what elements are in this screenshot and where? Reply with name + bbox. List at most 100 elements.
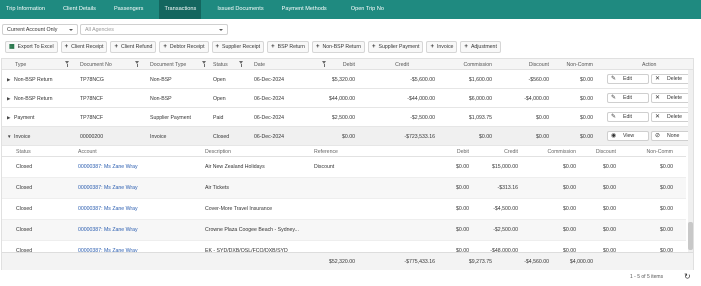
account-link[interactable]: 00000387: Ms Zane Wray xyxy=(78,185,138,191)
column-header-date[interactable]: Date xyxy=(254,62,265,68)
account-link[interactable]: 00000387: Ms Zane Wray xyxy=(78,164,138,170)
filter-icon[interactable] xyxy=(239,61,244,67)
account-link[interactable]: 00000387: Ms Zane Wray xyxy=(78,227,138,233)
filter-icon[interactable] xyxy=(202,61,207,67)
view-button[interactable]: ◉ View xyxy=(607,131,649,141)
toolbar-button-label: Supplier Receipt xyxy=(222,44,261,50)
scrollbar-thumb[interactable] xyxy=(688,222,693,250)
detail-cell-credit: -$313.16 xyxy=(497,185,518,191)
nav-tab-passengers[interactable]: Passengers xyxy=(112,0,146,19)
nav-tab-transactions[interactable]: Transactions xyxy=(159,0,202,19)
edit-button[interactable]: ✎ Edit xyxy=(607,112,649,122)
cell-debit: $2,500.00 xyxy=(331,115,355,121)
nav-tab-payment-methods[interactable]: Payment Methods xyxy=(280,0,329,19)
detail-cell-debit: $0.00 xyxy=(456,206,469,212)
expand-icon[interactable]: ▶ xyxy=(7,96,10,102)
delete-button[interactable]: ✕ Delete xyxy=(651,93,691,103)
table-row[interactable]: ▶ Non-BSP Return TP78NCF Non-BSP Open 06-Dec-… xyxy=(2,89,693,108)
cell-credit: -$5,600.00 xyxy=(410,77,435,83)
export-to-excel-button[interactable]: ▦ Export To Excel xyxy=(5,41,58,53)
column-header-debit[interactable]: Debit xyxy=(343,62,355,68)
cell-credit: -$2,500.00 xyxy=(410,115,435,121)
filter-icon[interactable] xyxy=(135,61,140,67)
collapse-icon[interactable]: ▼ xyxy=(7,134,11,139)
delete-button[interactable]: ✕ Delete xyxy=(651,112,691,122)
expand-icon[interactable]: ▶ xyxy=(7,77,10,83)
nav-tab-client-details[interactable]: Client Details xyxy=(61,0,98,19)
column-header-status[interactable]: Status xyxy=(213,62,228,68)
none-label: None xyxy=(667,133,680,139)
cell-discount: $0.00 xyxy=(536,115,549,121)
client-receipt-button[interactable]: + Client Receipt xyxy=(60,41,108,53)
supplier-payment-button[interactable]: + Supplier Payment xyxy=(368,41,424,53)
edit-button[interactable]: ✎ Edit xyxy=(607,74,649,84)
toolbar-button-label: Client Receipt xyxy=(71,44,104,50)
total-debit: $52,320.00 xyxy=(329,259,355,265)
total-discount: -$4,560.00 xyxy=(524,259,549,265)
detail-cell-status: Closed xyxy=(16,227,33,233)
cell-type: Payment xyxy=(14,115,35,121)
detail-cell-status: Closed xyxy=(16,164,33,170)
account-filter-select[interactable]: Current Account Only xyxy=(2,24,78,35)
detail-cell-credit: -$4,500.00 xyxy=(493,206,518,212)
column-header-non-comm[interactable]: Non-Comm xyxy=(566,62,593,68)
detail-row: Closed 00000387: Ms Zane Wray Air New Zeal… xyxy=(2,157,686,178)
plus-icon: + xyxy=(315,44,320,50)
detail-cell-description: Crowne Plaza Coogee Beach - Sydney... xyxy=(205,227,299,233)
toolbar-button-label: Client Refund xyxy=(120,44,153,50)
delete-button[interactable]: ✕ Delete xyxy=(651,74,691,84)
agencies-select[interactable]: All Agencies xyxy=(80,24,228,35)
cell-debit: $44,000.00 xyxy=(329,96,355,102)
plus-icon: + xyxy=(64,44,69,50)
refresh-icon[interactable]: ↻ xyxy=(684,272,691,281)
transactions-toolbar: ▦ Export To Excel + Client Receipt + Client R… xyxy=(5,41,504,53)
vertical-scrollbar[interactable] xyxy=(688,70,693,252)
pencil-icon: ✎ xyxy=(611,114,617,120)
toolbar-button-label: BSP Return xyxy=(277,44,305,50)
adjustment-button[interactable]: + Adjustment xyxy=(460,41,501,53)
filter-icon[interactable] xyxy=(322,61,327,67)
nav-tab-open-trip-no[interactable]: Open Trip No xyxy=(349,0,386,19)
column-header-document-no[interactable]: Document No xyxy=(80,62,112,68)
client-refund-button[interactable]: + Client Refund xyxy=(110,41,157,53)
cell-doc-type: Invoice xyxy=(150,134,167,140)
cell-type: Invoice xyxy=(14,134,31,140)
pager-info: 1 - 5 of 5 items xyxy=(630,274,664,280)
cell-date: 06-Dec-2024 xyxy=(254,115,284,121)
cell-debit: $0.00 xyxy=(342,134,355,140)
table-row[interactable]: ▼ Invoice 00000200 Invoice Closed 06-Dec-2024… xyxy=(2,127,693,146)
column-header-credit[interactable]: Credit xyxy=(395,62,409,68)
total-noncomm: $4,000.00 xyxy=(569,259,593,265)
edit-button[interactable]: ✎ Edit xyxy=(607,93,649,103)
debtor-receipt-button[interactable]: + Debtor Receipt xyxy=(159,41,209,53)
nav-tab-issued-documents[interactable]: Issued Documents xyxy=(215,0,265,19)
expand-icon[interactable]: ▶ xyxy=(7,115,10,121)
column-header-action[interactable]: Action xyxy=(642,62,656,68)
column-header-commission[interactable]: Commission xyxy=(463,62,492,68)
table-row[interactable]: ▶ Payment TP78NCF Supplier Payment Paid 06-De… xyxy=(2,108,693,127)
detail-header-status: Status xyxy=(16,149,31,155)
detail-header-non-comm: Non-Comm xyxy=(646,149,673,155)
plus-icon: + xyxy=(215,44,220,50)
toolbar-button-label: Debtor Receipt xyxy=(169,44,205,50)
cell-status: Open xyxy=(213,96,226,102)
filter-icon[interactable] xyxy=(65,61,70,67)
nav-tab-trip-information[interactable]: Trip Information xyxy=(4,0,47,19)
transactions-grid: Type Document No Document Type Status Date De… xyxy=(1,58,694,270)
detail-header-discount: Discount xyxy=(595,149,616,155)
none-button[interactable]: ⊘ None xyxy=(651,131,691,141)
edit-label: Edit xyxy=(623,95,632,101)
detail-cell-commission: $0.00 xyxy=(563,227,576,233)
supplier-receipt-button[interactable]: + Supplier Receipt xyxy=(211,41,265,53)
detail-cell-noncomm: $0.00 xyxy=(660,185,673,191)
table-row[interactable]: ▶ Non-BSP Return TP78NCG Non-BSP Open 06-Dec-… xyxy=(2,70,693,89)
account-link[interactable]: 00000387: Ms Zane Wray xyxy=(78,206,138,212)
column-header-discount[interactable]: Discount xyxy=(529,62,549,68)
invoice-button[interactable]: + Invoice xyxy=(426,41,458,53)
column-header-document-type[interactable]: Document Type xyxy=(150,62,186,68)
detail-cell-credit: $15,000.00 xyxy=(492,164,518,170)
cell-commission: $6,000.00 xyxy=(468,96,492,102)
column-header-type[interactable]: Type xyxy=(15,62,26,68)
non-bsp-return-button[interactable]: + Non-BSP Return xyxy=(311,41,365,53)
bsp-return-button[interactable]: + BSP Return xyxy=(267,41,309,53)
